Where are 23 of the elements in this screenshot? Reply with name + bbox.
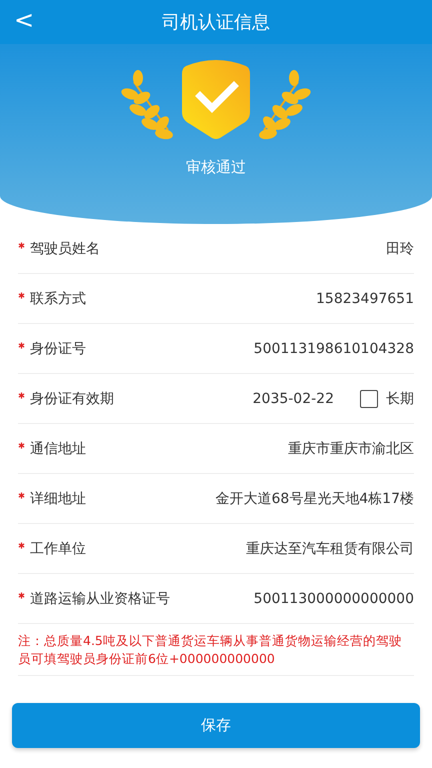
date-value[interactable]: 2035-02-22: [252, 390, 334, 406]
field-value: 田玲: [386, 240, 414, 258]
field-label: 联系方式: [30, 290, 86, 308]
approval-status: 审核通过: [186, 158, 246, 177]
field-value: 重庆达至汽车租赁有限公司: [246, 540, 414, 558]
field-value: 重庆市重庆市渝北区: [288, 440, 414, 458]
field-value: 500113000000000000: [254, 590, 414, 606]
page-title: 司机认证信息: [162, 11, 270, 34]
save-button[interactable]: 保存: [12, 703, 420, 748]
field-label: 道路运输从业资格证号: [30, 590, 170, 608]
field-label: 通信地址: [30, 440, 86, 458]
back-button[interactable]: <: [8, 6, 40, 34]
note-text: 注：总质量4.5吨及以下普通货运车辆从事普通货物运输经营的驾驶员可填驾驶员身份证前6位+000000000000: [18, 624, 414, 676]
field-label: 详细地址: [30, 490, 86, 508]
field-value: 500113198610104328: [254, 340, 414, 356]
field-label: 工作单位: [30, 540, 86, 558]
checkbox[interactable]: [360, 390, 378, 408]
field-value: 金开大道68号星光天地4栋17楼: [215, 490, 414, 508]
field-label: 身份证号: [30, 340, 86, 358]
field-label: 身份证有效期: [30, 390, 114, 408]
checkbox-label: 长期: [386, 390, 414, 408]
field-label: 驾驶员姓名: [30, 240, 100, 258]
field-value: 15823497651: [316, 290, 414, 306]
